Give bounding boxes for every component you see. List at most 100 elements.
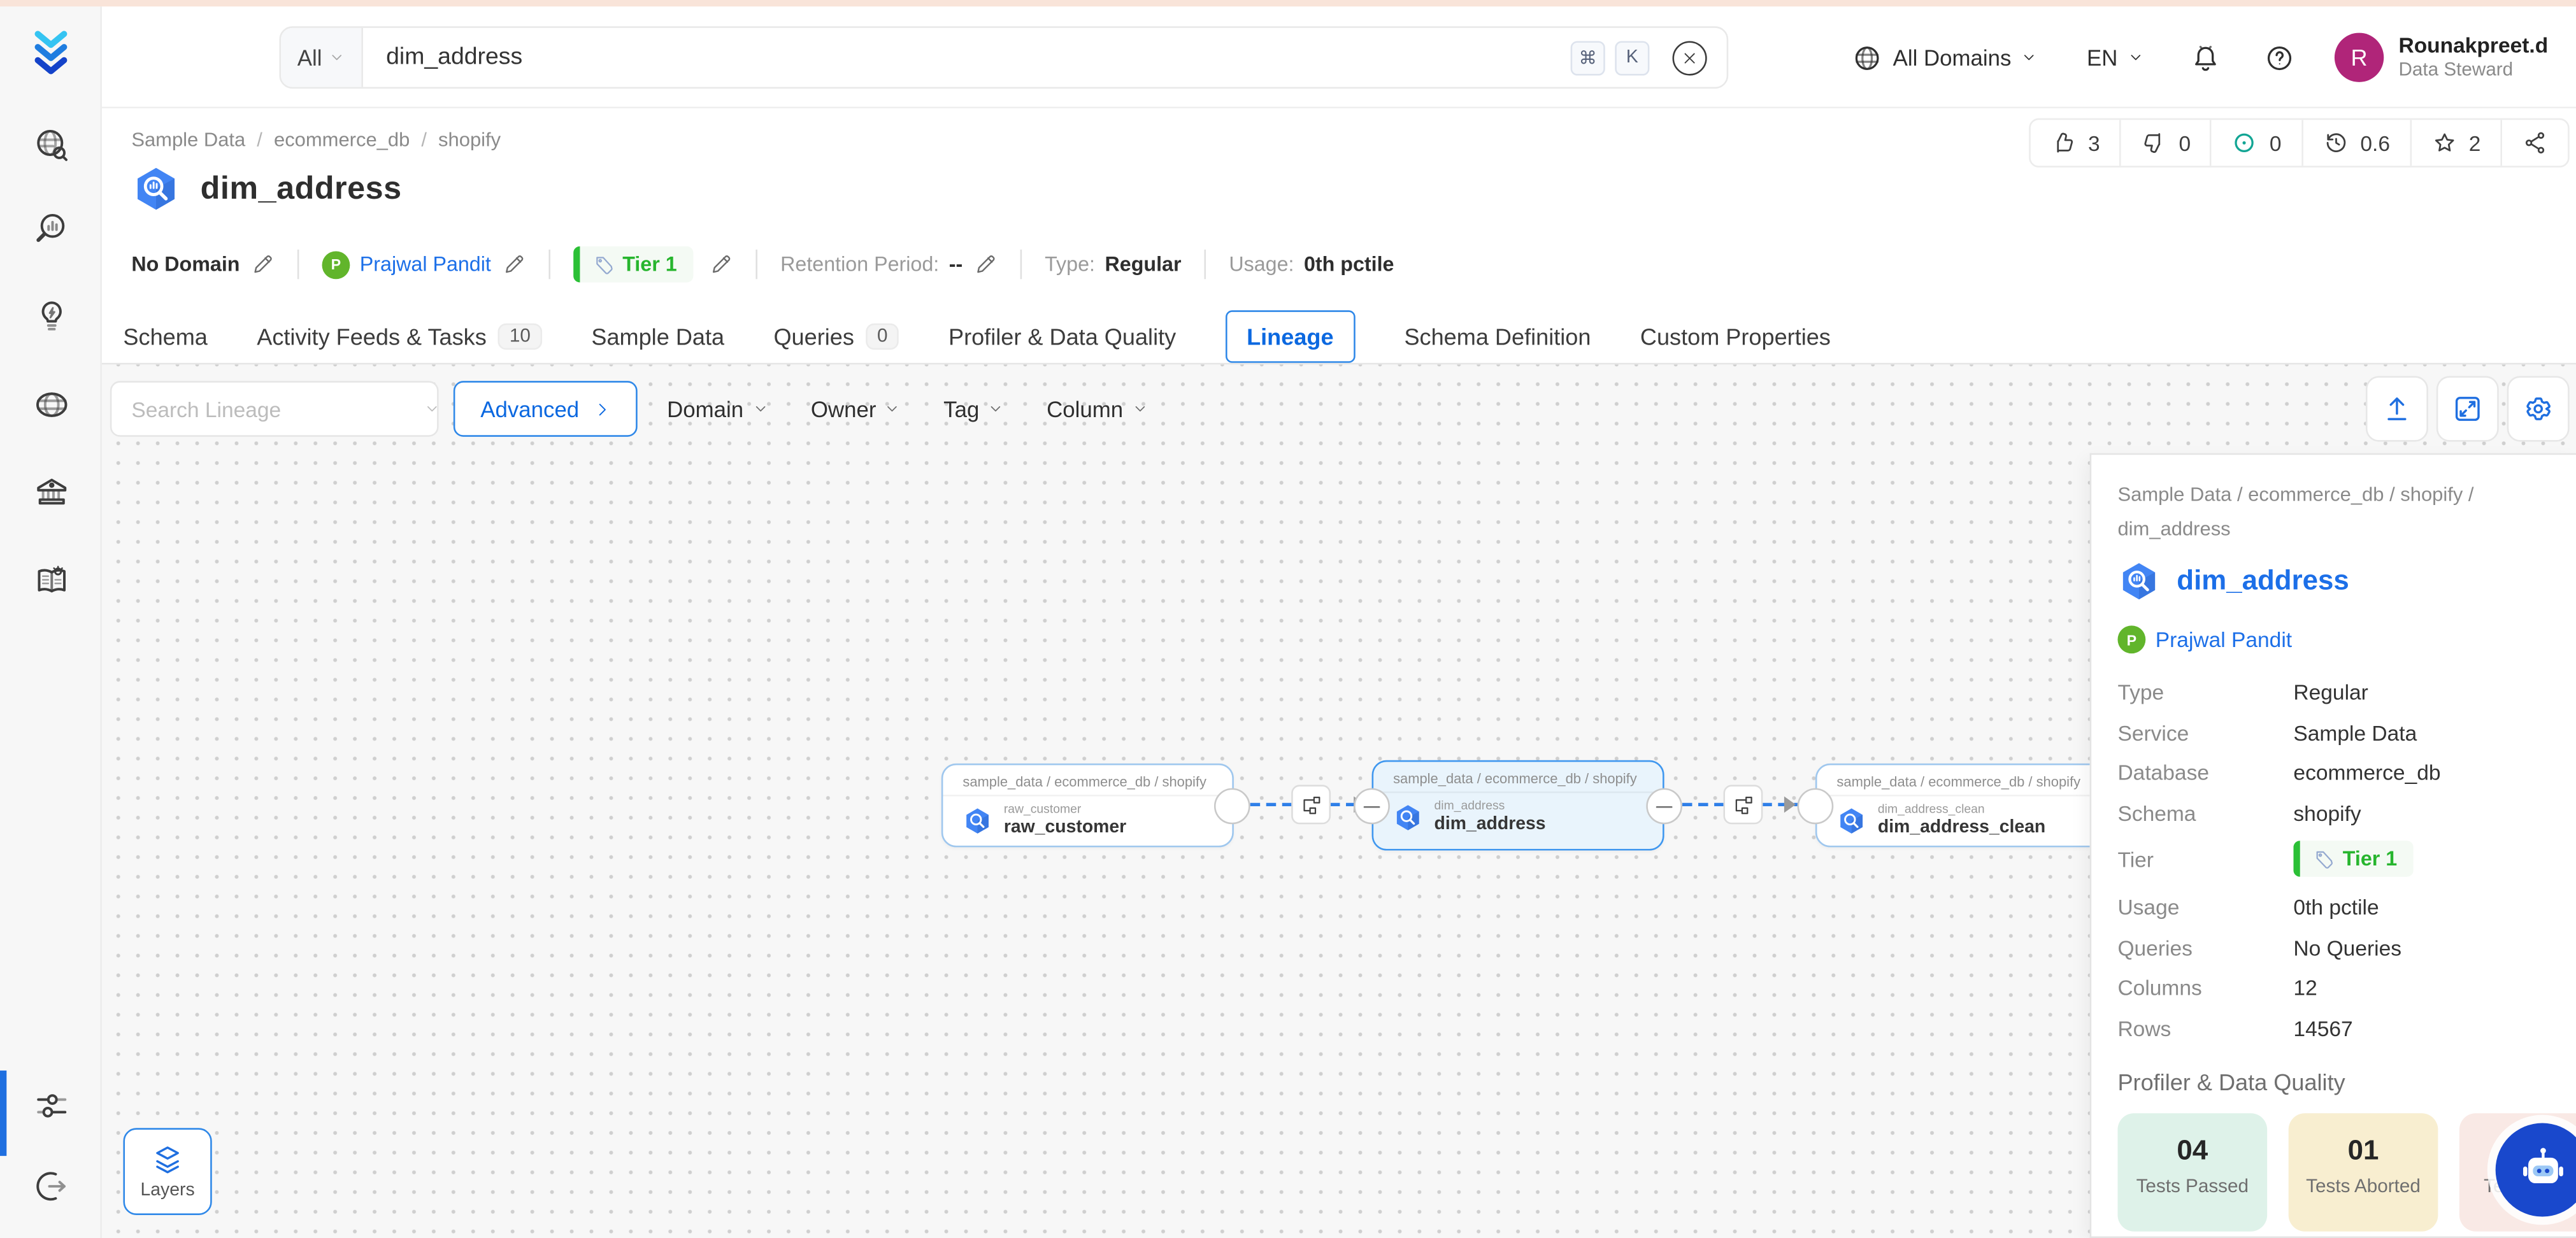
- node-name: dim_address_clean: [1878, 801, 2045, 817]
- sidebar-item-settings[interactable]: [22, 1076, 81, 1135]
- tier-label: Tier 1: [622, 253, 676, 276]
- tier-chip[interactable]: Tier 1: [573, 246, 694, 283]
- edit-domain-button[interactable]: [252, 253, 275, 276]
- pencil-icon: [974, 253, 997, 276]
- collapse-downstream-handle[interactable]: [1646, 788, 1682, 825]
- filter-column[interactable]: Column: [1047, 397, 1148, 422]
- tab-profiler[interactable]: Profiler & Data Quality: [948, 324, 1176, 350]
- filter-tag[interactable]: Tag: [943, 397, 1004, 422]
- question-circle-icon: [2264, 42, 2295, 73]
- lineage-settings-button[interactable]: [2507, 376, 2570, 441]
- lineage-node-raw-customer[interactable]: sample_data / ecommerce_db / shopify raw…: [941, 764, 1234, 847]
- export-lineage-button[interactable]: [2366, 376, 2428, 441]
- help-button[interactable]: [2264, 42, 2295, 73]
- tab-queries[interactable]: Queries0: [773, 324, 899, 350]
- entity-tabs: Schema Activity Feeds & Tasks10 Sample D…: [123, 306, 1830, 368]
- star-button[interactable]: 2: [2410, 120, 2500, 166]
- sidebar-item-logout[interactable]: [22, 1156, 81, 1215]
- sidebar-item-insights[interactable]: [22, 286, 81, 345]
- tab-schema[interactable]: Schema: [123, 324, 207, 350]
- edge-pipeline-button[interactable]: [1291, 785, 1331, 824]
- export-icon: [2380, 392, 2414, 425]
- open-tasks-button[interactable]: 0: [2210, 120, 2301, 166]
- kv-value: 0th pctile: [2293, 895, 2379, 920]
- panel-breadcrumb[interactable]: Sample Data / ecommerce_db / shopify / d…: [2117, 478, 2549, 546]
- globe-search-icon: [32, 125, 69, 163]
- close-icon: [1680, 48, 1698, 66]
- kv-label: Database: [2117, 760, 2293, 785]
- table-hexagon-icon: [2117, 560, 2160, 602]
- upvote-button[interactable]: 3: [2031, 120, 2120, 166]
- chevron-down-icon: [987, 401, 1004, 417]
- logout-icon: [32, 1167, 69, 1204]
- entity-meta-row: No Domain P Prajwal Pandit Tier 1: [131, 246, 1394, 283]
- sidebar-item-explore[interactable]: [22, 115, 81, 174]
- layers-button[interactable]: Layers: [123, 1128, 211, 1215]
- downvote-button[interactable]: 0: [2120, 120, 2210, 166]
- sidebar-item-domains[interactable]: [22, 374, 81, 434]
- tier-bar: [573, 246, 580, 283]
- collapse-upstream-handle[interactable]: [1354, 788, 1390, 825]
- search-clear-button[interactable]: [1673, 40, 1707, 75]
- pencil-icon: [503, 253, 526, 276]
- domains-selector[interactable]: All Domains: [1852, 42, 2038, 73]
- breadcrumb-service[interactable]: Sample Data: [131, 128, 245, 151]
- database-link[interactable]: ecommerce_db: [2293, 760, 2440, 785]
- advanced-filter-button[interactable]: Advanced: [454, 381, 638, 437]
- panel-owner-link[interactable]: Prajwal Pandit: [2156, 627, 2292, 652]
- lineage-filters: Domain Owner Tag Column: [667, 381, 1148, 437]
- search-scope-select[interactable]: All: [281, 28, 363, 87]
- chevron-down-icon: [884, 401, 901, 417]
- tag-icon: [593, 253, 615, 275]
- tab-activity-feeds[interactable]: Activity Feeds & Tasks10: [257, 324, 542, 350]
- sidebar-item-learn[interactable]: [22, 550, 81, 609]
- owner-link[interactable]: Prajwal Pandit: [360, 253, 491, 276]
- chevron-down-icon: [752, 401, 768, 417]
- fullscreen-button[interactable]: [2436, 376, 2499, 441]
- pencil-icon: [710, 253, 733, 276]
- fullscreen-icon: [2451, 392, 2484, 425]
- left-sidebar: [0, 6, 102, 1238]
- edit-owner-button[interactable]: [503, 253, 526, 276]
- service-link[interactable]: Sample Data: [2293, 720, 2417, 745]
- tier-chip[interactable]: Tier 1: [2293, 841, 2414, 877]
- global-search-input[interactable]: [363, 45, 1571, 71]
- language-selector[interactable]: EN: [2087, 45, 2144, 70]
- version-button[interactable]: 0.6: [2301, 120, 2410, 166]
- edge-pipeline-button[interactable]: [1723, 785, 1763, 824]
- breadcrumb-schema[interactable]: shopify: [438, 128, 501, 151]
- edit-retention-button[interactable]: [974, 253, 997, 276]
- schema-link[interactable]: shopify: [2293, 800, 2361, 825]
- panel-entity-link[interactable]: dim_address: [2177, 565, 2349, 598]
- table-service-icon: [131, 164, 180, 213]
- tab-sample-data[interactable]: Sample Data: [591, 324, 724, 350]
- tests-passed-count: 04: [2117, 1134, 2267, 1167]
- lineage-search-input[interactable]: [128, 395, 424, 423]
- filter-domain[interactable]: Domain: [667, 397, 768, 422]
- tab-lineage[interactable]: Lineage: [1226, 310, 1356, 363]
- sidebar-item-observability[interactable]: [22, 199, 81, 258]
- entity-header: Sample Data / ecommerce_db / shopify 3 0: [102, 108, 2576, 364]
- node-input-handle[interactable]: [1798, 788, 1834, 825]
- lineage-node-dim-address[interactable]: sample_data / ecommerce_db / shopify dim…: [1372, 760, 1664, 851]
- share-button[interactable]: [2500, 120, 2568, 166]
- node-output-handle[interactable]: [1214, 788, 1250, 825]
- tab-custom-properties[interactable]: Custom Properties: [1640, 324, 1831, 350]
- lineage-node-dim-address-clean[interactable]: sample_data / ecommerce_db / shopify dim…: [1815, 764, 2108, 847]
- node-display-name: dim_address_clean: [1878, 817, 2045, 839]
- table-hexagon-icon: [1393, 802, 1422, 832]
- user-identity: Rounakpreet.d Data Steward: [2398, 32, 2576, 83]
- notifications-button[interactable]: [2190, 42, 2221, 73]
- globe-icon: [1852, 42, 1883, 73]
- breadcrumb-database[interactable]: ecommerce_db: [274, 128, 410, 151]
- user-avatar[interactable]: R: [2335, 33, 2384, 82]
- kv-label: Queries: [2117, 935, 2293, 960]
- sidebar-item-govern[interactable]: [22, 462, 81, 521]
- kv-label: Rows: [2117, 1016, 2293, 1041]
- app-logo[interactable]: [25, 26, 78, 79]
- filter-owner[interactable]: Owner: [811, 397, 901, 422]
- tab-schema-definition[interactable]: Schema Definition: [1404, 324, 1591, 350]
- user-name: Rounakpreet.d: [2398, 32, 2576, 59]
- edit-tier-button[interactable]: [710, 253, 733, 276]
- gear-icon: [2522, 392, 2555, 425]
